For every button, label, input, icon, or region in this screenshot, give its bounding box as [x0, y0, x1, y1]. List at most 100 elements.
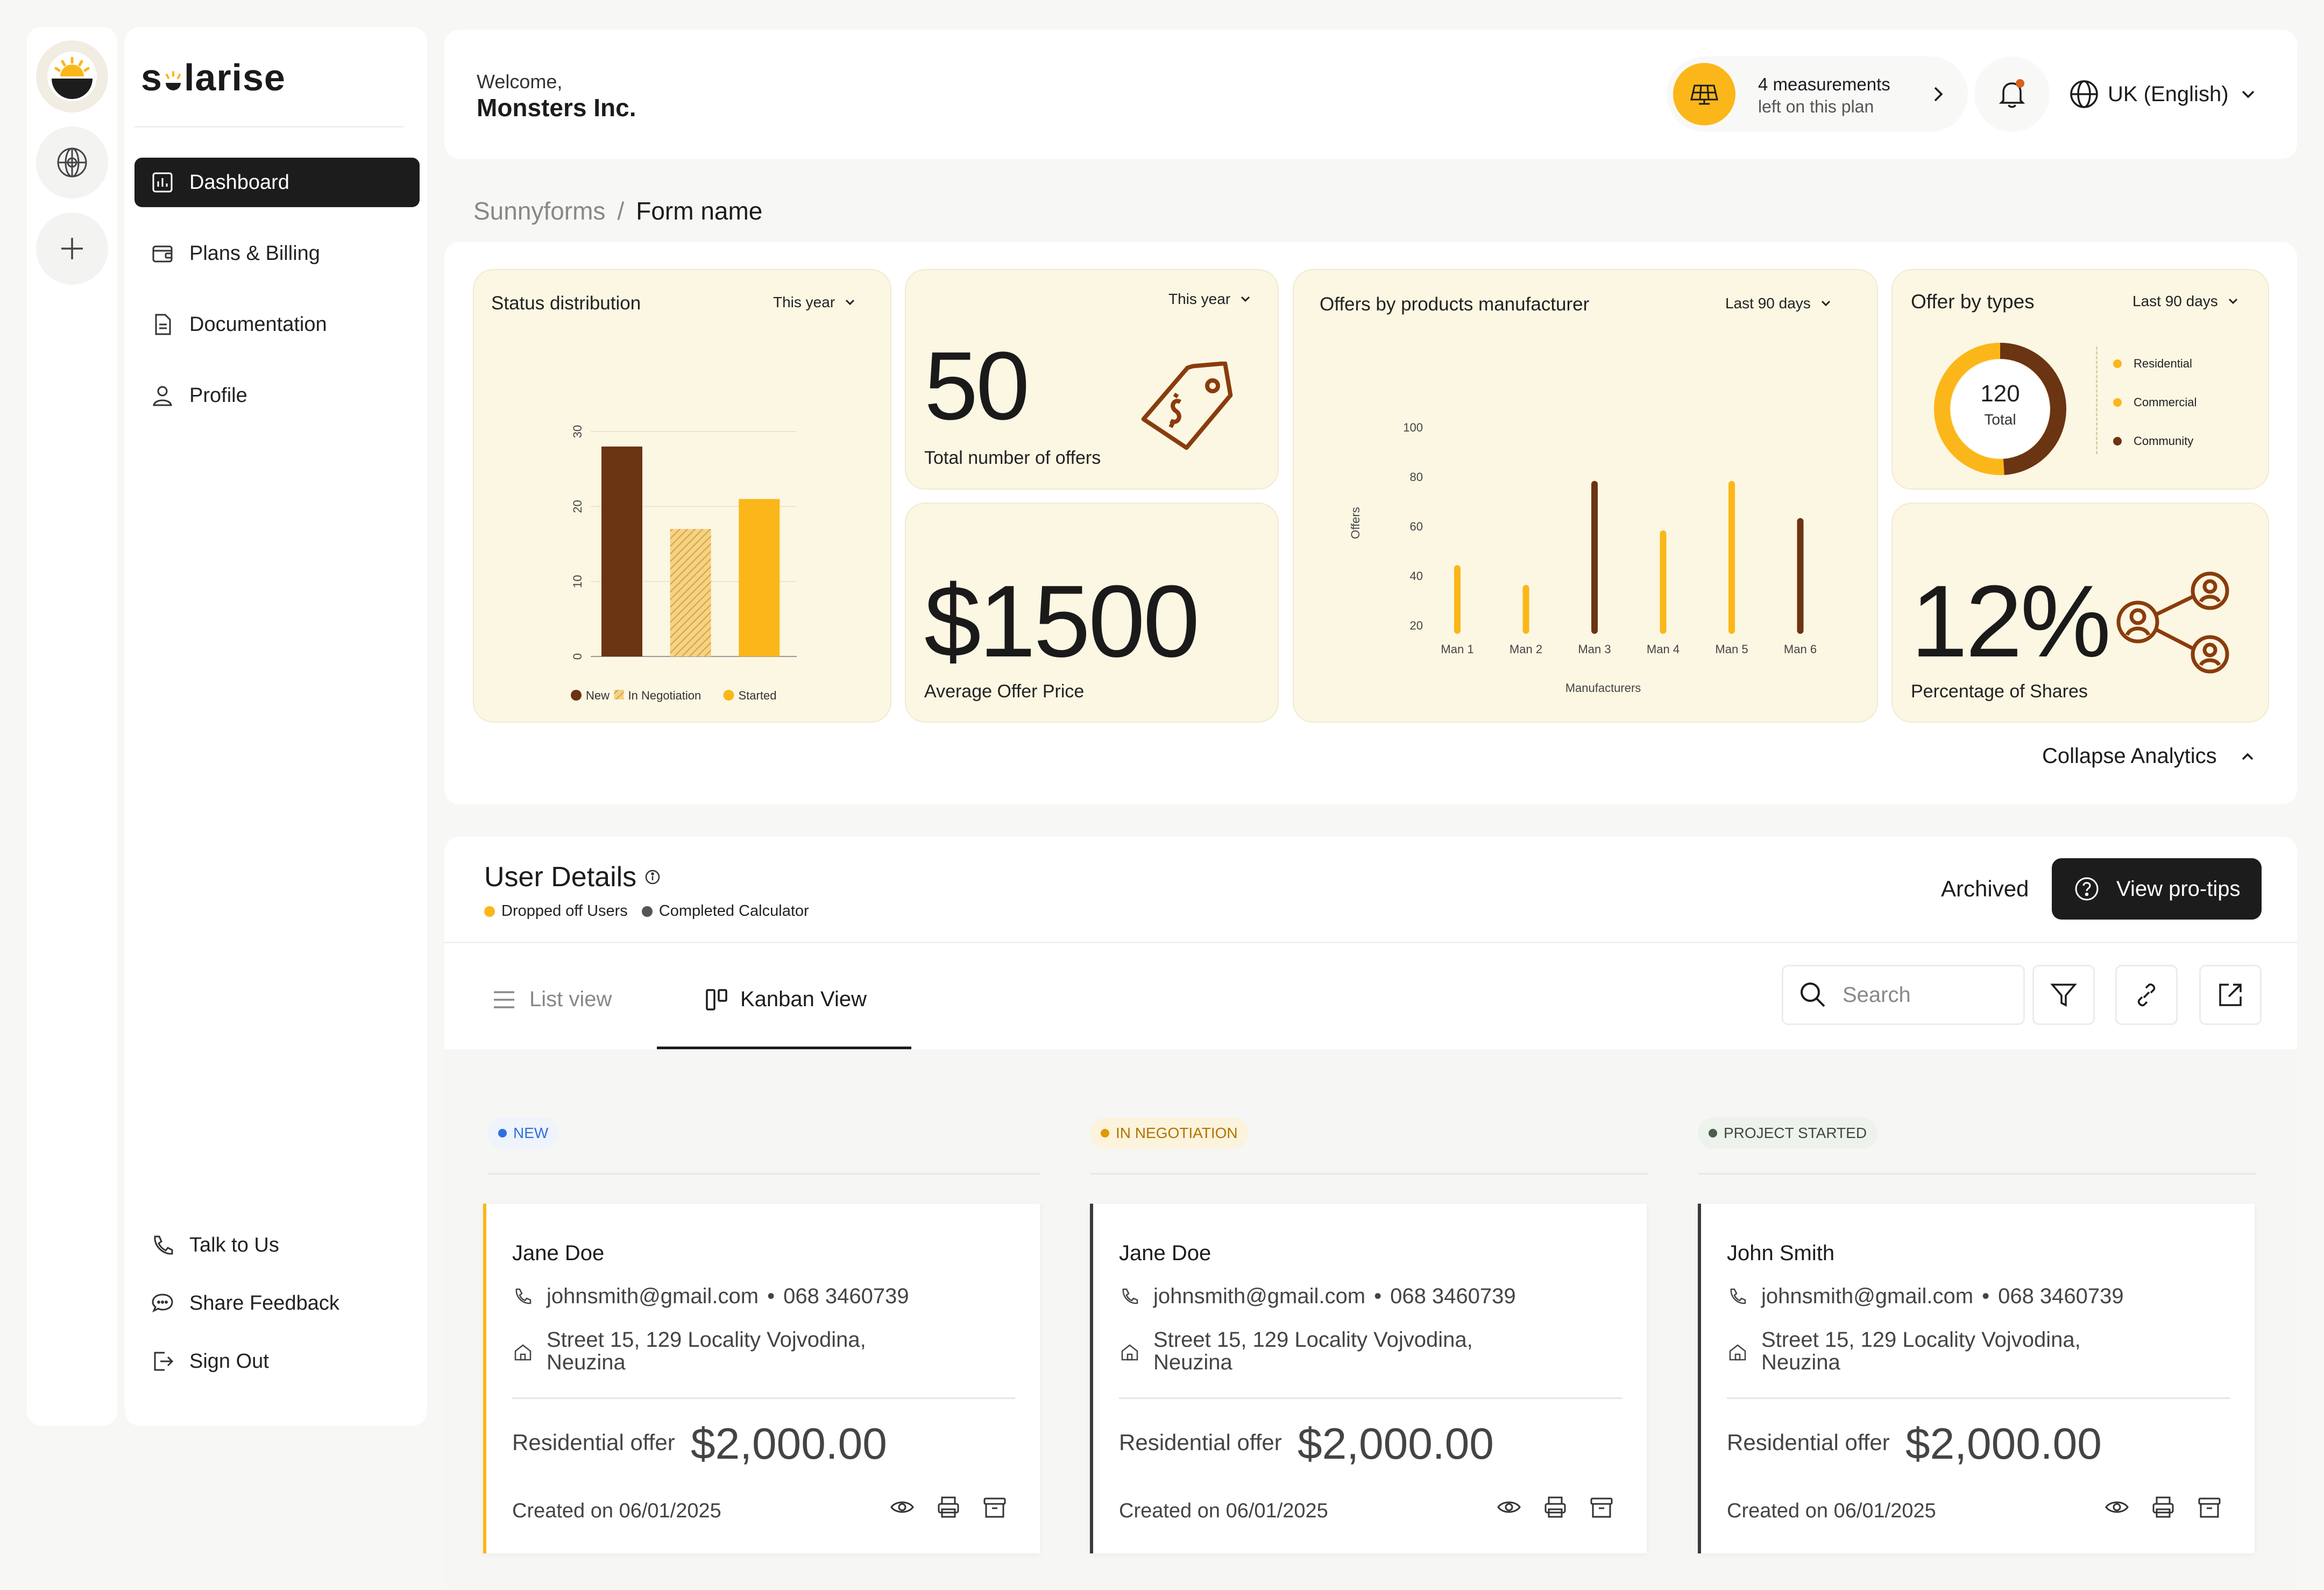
status-label: PROJECT STARTED — [1724, 1125, 1867, 1141]
sidebar-item-label: Plans & Billing — [189, 242, 320, 265]
card-address-row: Street 15, 129 Locality Vojvodina, Neuzin… — [1119, 1328, 1473, 1374]
bar[interactable] — [739, 499, 780, 656]
card-phone[interactable]: 068 3460739 — [1998, 1284, 2124, 1309]
bullet-separator: • — [1374, 1284, 1382, 1308]
phone-icon — [1730, 1288, 1746, 1304]
app-logo[interactable]: s larise — [141, 56, 286, 99]
sidebar-item-documentation[interactable]: Documentation — [134, 300, 420, 349]
eye-icon[interactable] — [2104, 1494, 2130, 1520]
archive-icon[interactable] — [982, 1494, 1008, 1520]
home-icon — [1729, 1344, 1746, 1361]
card-contact-row: johnsmith@gmail.com • 068 3460739 — [512, 1284, 909, 1309]
breadcrumb-parent[interactable]: Sunnyforms — [473, 196, 605, 225]
y-tick-label: 30 — [571, 425, 584, 438]
card-address-line2: Neuzina — [1761, 1351, 1840, 1374]
sidebar-item-dashboard[interactable]: Dashboard — [134, 158, 420, 207]
export-button[interactable] — [2199, 965, 2262, 1025]
card-email[interactable]: johnsmith@gmail.com — [1153, 1284, 1365, 1309]
legend-dot — [641, 906, 653, 917]
card-phone[interactable]: 068 3460739 — [1390, 1284, 1516, 1309]
card-phone[interactable]: 068 3460739 — [783, 1284, 909, 1309]
card-address-line1: Street 15, 129 Locality Vojvodina, — [1153, 1328, 1473, 1352]
card-email[interactable]: johnsmith@gmail.com — [547, 1284, 759, 1309]
tab-kanban-view[interactable]: Kanban View — [705, 987, 867, 1012]
x-tick-label: Man 1 — [1441, 642, 1473, 656]
manufacturer-offers-card: Offers by products manufacturer Last 90 … — [1293, 269, 1878, 723]
status-badge: PROJECT STARTED — [1698, 1118, 1878, 1149]
kanban-card[interactable]: Jane Doe johnsmith@gmail.com • 068 3460739 S… — [1090, 1204, 1647, 1553]
sidebar-item-plans-billing[interactable]: Plans & Billing — [134, 229, 420, 278]
user-details-title: User Details — [484, 861, 637, 893]
tab-list-view[interactable]: List view — [492, 987, 612, 1012]
legend-label: Residential — [2134, 357, 2192, 370]
search-input[interactable]: Search — [1782, 965, 2025, 1025]
y-tick-label: 100 — [1403, 421, 1423, 434]
offers-filter-dropdown[interactable]: This year — [1168, 291, 1253, 308]
chevron-up-icon — [2242, 753, 2253, 760]
price-tag-icon — [1141, 362, 1233, 450]
add-icon[interactable] — [36, 213, 108, 285]
kanban-card[interactable]: Jane Doe johnsmith@gmail.com • 068 3460739 S… — [483, 1204, 1040, 1553]
eye-icon[interactable] — [1496, 1494, 1522, 1520]
bar[interactable] — [670, 529, 711, 656]
legend-dot — [484, 906, 495, 917]
filter-button[interactable] — [2032, 965, 2095, 1025]
kanban-card[interactable]: John Smith johnsmith@gmail.com • 068 346073… — [1698, 1204, 2255, 1553]
x-tick-label: Man 6 — [1784, 642, 1817, 656]
info-icon[interactable] — [644, 868, 661, 886]
print-icon[interactable] — [1542, 1494, 1568, 1520]
legend-label: Completed Calculator — [658, 902, 809, 920]
bullet-separator: • — [767, 1284, 775, 1308]
card-address-row: Street 15, 129 Locality Vojvodina, Neuzin… — [1727, 1328, 2081, 1374]
card-created-date: Created on 06/01/2025 — [1727, 1500, 1936, 1522]
breadcrumb-separator: / — [617, 197, 625, 225]
view-pro-tips-button[interactable]: View pro-tips — [2052, 858, 2262, 920]
y-tick-label: 0 — [571, 653, 584, 660]
column-divider — [1090, 1173, 1648, 1175]
legend-dot — [2113, 398, 2122, 407]
x-tick-label: Man 5 — [1715, 642, 1748, 656]
legend-item: Commercial — [2113, 383, 2197, 422]
measurements-subtext: left on this plan — [1758, 97, 1874, 116]
logo-divider — [134, 126, 403, 128]
card-name: John Smith — [1727, 1241, 1835, 1265]
measurements-count: 4 measurements — [1758, 74, 1890, 94]
document-icon — [155, 314, 171, 335]
print-icon[interactable] — [936, 1494, 961, 1520]
language-selector[interactable]: UK (English) — [2069, 73, 2259, 116]
archived-link[interactable]: Archived — [1941, 876, 2029, 902]
sidebar-item-talk-to-us[interactable]: Talk to Us — [134, 1220, 420, 1270]
dashboard-icon — [152, 172, 173, 193]
sun-logo-icon[interactable] — [36, 40, 108, 112]
sidebar-item-share-feedback[interactable]: Share Feedback — [134, 1278, 420, 1328]
copy-link-button[interactable] — [2115, 965, 2178, 1025]
measurements-pill[interactable]: 4 measurements left on this plan — [1667, 56, 1968, 132]
collapse-analytics-button[interactable]: Collapse Analytics — [2042, 744, 2257, 768]
bar[interactable] — [601, 446, 642, 656]
legend-item: Completed Calculator — [641, 902, 809, 920]
globe-grid-icon[interactable] — [36, 126, 108, 199]
sidebar-item-profile[interactable]: Profile — [134, 371, 420, 420]
card-contact-row: johnsmith@gmail.com • 068 3460739 — [1119, 1284, 1516, 1309]
print-icon[interactable] — [2150, 1494, 2176, 1520]
legend-item: Community — [2113, 422, 2197, 461]
kanban-icon — [706, 988, 727, 1010]
eye-icon[interactable] — [889, 1494, 915, 1520]
tab-label: List view — [529, 987, 612, 1011]
status-badge: IN NEGOTIATION — [1090, 1118, 1249, 1149]
tab-label: Kanban View — [740, 987, 867, 1011]
shares-caption: Percentage of Shares — [1911, 681, 2088, 702]
sidebar-item-sign-out[interactable]: Sign Out — [134, 1337, 420, 1386]
y-tick-label: 80 — [1410, 470, 1423, 484]
offer-types-donut — [1934, 343, 2066, 475]
wallet-icon — [152, 245, 173, 263]
legend-dot — [2113, 359, 2122, 368]
archive-icon[interactable] — [2197, 1494, 2222, 1520]
card-email[interactable]: johnsmith@gmail.com — [1761, 1284, 1973, 1309]
chevron-down-icon — [1241, 296, 1250, 302]
archive-icon[interactable] — [1589, 1494, 1614, 1520]
notifications-button[interactable] — [1974, 56, 2050, 132]
phone-icon — [515, 1288, 532, 1304]
average-price-card: $1500 Average Offer Price — [905, 503, 1279, 723]
donut-slice[interactable] — [1987, 343, 2001, 360]
